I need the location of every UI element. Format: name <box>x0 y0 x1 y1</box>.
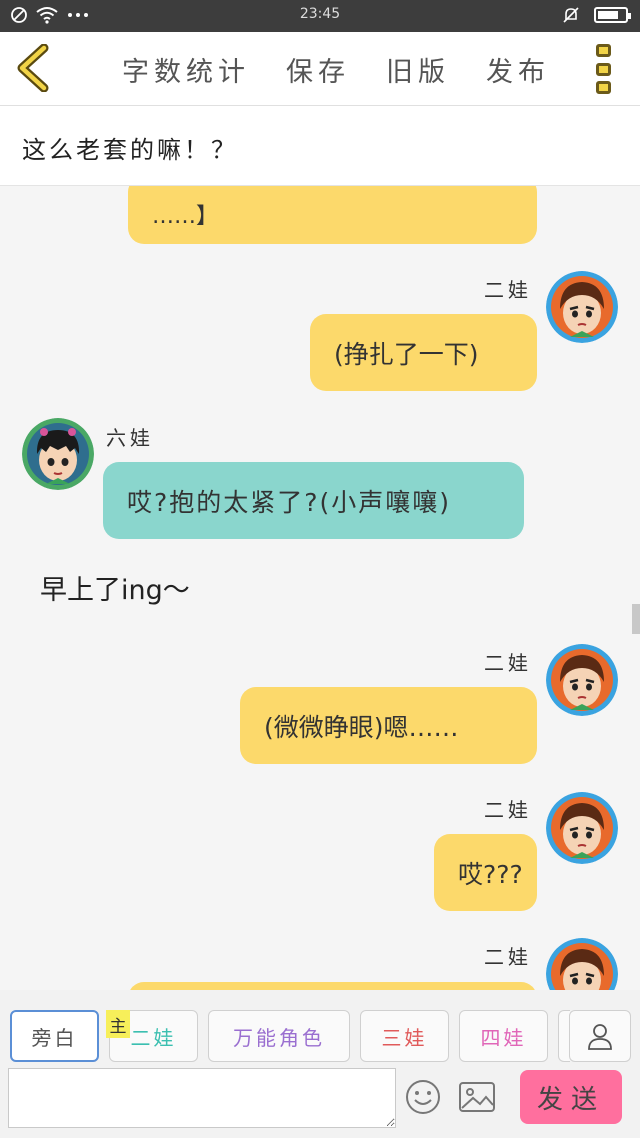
erwa-avatar-icon <box>546 271 618 343</box>
emoji-button[interactable] <box>404 1078 442 1116</box>
message-text: 哎?抱的太紧了?(小声嚷嚷) <box>127 487 452 517</box>
message-bubble[interactable] <box>128 982 537 990</box>
save-button[interactable]: 保存 <box>286 50 350 89</box>
silent-bell-icon <box>563 7 579 23</box>
speaker-name: 二娃 <box>484 945 532 969</box>
more-menu-button[interactable] <box>596 44 614 94</box>
picture-icon <box>459 1082 495 1112</box>
back-button[interactable] <box>14 43 54 93</box>
speaker-name: 二娃 <box>484 651 532 675</box>
avatar-erwa[interactable] <box>546 271 618 343</box>
battery-icon <box>594 7 631 23</box>
message-bubble[interactable]: (微微睁眼)嗯…… <box>240 687 537 764</box>
speaker-name: 六娃 <box>106 426 154 450</box>
menu-dot-icon <box>596 44 611 57</box>
role-narrator[interactable]: 旁白 <box>10 1010 99 1062</box>
chat-area[interactable]: ……】 二娃 (挣扎了一下) 六娃 哎?抱的太紧了?(小声嚷嚷) 早上了ing～… <box>0 186 640 990</box>
add-role-button[interactable] <box>569 1010 631 1062</box>
role-selector: 旁白 二娃 主 万能角色 三娃 四娃 <box>0 990 640 1066</box>
avatar-erwa[interactable] <box>546 938 618 990</box>
narration-text[interactable]: 早上了ing～ <box>40 568 190 607</box>
main-role-badge: 主 <box>106 1010 130 1038</box>
status-bar: 23:45 <box>0 0 640 32</box>
erwa-avatar-icon <box>546 792 618 864</box>
message-bubble[interactable]: 哎??? <box>434 834 537 911</box>
erwa-avatar-icon <box>546 938 618 990</box>
chevron-left-icon <box>17 43 49 93</box>
avatar-erwa[interactable] <box>546 644 618 716</box>
input-bar: 发送 <box>0 1066 640 1138</box>
speaker-name: 二娃 <box>484 278 532 302</box>
liuwa-avatar-icon <box>22 418 94 490</box>
message-bubble[interactable]: (挣扎了一下) <box>310 314 537 391</box>
role-label: 四娃 <box>480 1025 527 1050</box>
person-icon <box>588 1024 612 1050</box>
speaker-name: 二娃 <box>484 798 532 822</box>
role-universal[interactable]: 万能角色 <box>208 1010 350 1062</box>
message-text: 哎??? <box>458 859 523 889</box>
scrollbar-thumb[interactable] <box>632 604 640 634</box>
message-text: (微微睁眼)嗯…… <box>264 712 459 742</box>
story-title-bar[interactable]: 这么老套的嘛！？ <box>0 106 640 186</box>
message-text: (挣扎了一下) <box>334 339 479 369</box>
send-button[interactable]: 发送 <box>520 1070 622 1124</box>
role-label: 二娃 <box>130 1025 177 1050</box>
old-version-button[interactable]: 旧版 <box>386 50 450 89</box>
avatar-erwa[interactable] <box>546 792 618 864</box>
role-siwa[interactable]: 四娃 <box>459 1010 548 1062</box>
status-right-icons <box>562 6 631 24</box>
smiley-icon <box>406 1080 440 1114</box>
toolbar-actions: 字数统计 保存 旧版 发布 <box>122 50 550 89</box>
story-title: 这么老套的嘛！？ <box>22 136 238 164</box>
status-time: 23:45 <box>299 6 341 22</box>
message-bubble[interactable]: 哎?抱的太紧了?(小声嚷嚷) <box>103 462 524 539</box>
erwa-avatar-icon <box>546 644 618 716</box>
role-label: 三娃 <box>381 1025 428 1050</box>
message-text: ……】 <box>152 204 219 229</box>
menu-dot-icon <box>596 81 611 94</box>
avatar-liuwa[interactable] <box>22 418 94 490</box>
message-bubble[interactable]: ……】 <box>128 186 537 244</box>
image-button[interactable] <box>458 1080 496 1114</box>
menu-dot-icon <box>596 62 611 76</box>
role-label: 旁白 <box>31 1025 78 1050</box>
battery-fill <box>598 11 618 19</box>
editor-toolbar: 字数统计 保存 旧版 发布 <box>0 32 640 106</box>
publish-button[interactable]: 发布 <box>486 50 550 89</box>
role-sanwa[interactable]: 三娃 <box>360 1010 449 1062</box>
message-input[interactable] <box>8 1068 396 1128</box>
word-count-button[interactable]: 字数统计 <box>122 50 250 89</box>
role-label: 万能角色 <box>233 1025 325 1050</box>
